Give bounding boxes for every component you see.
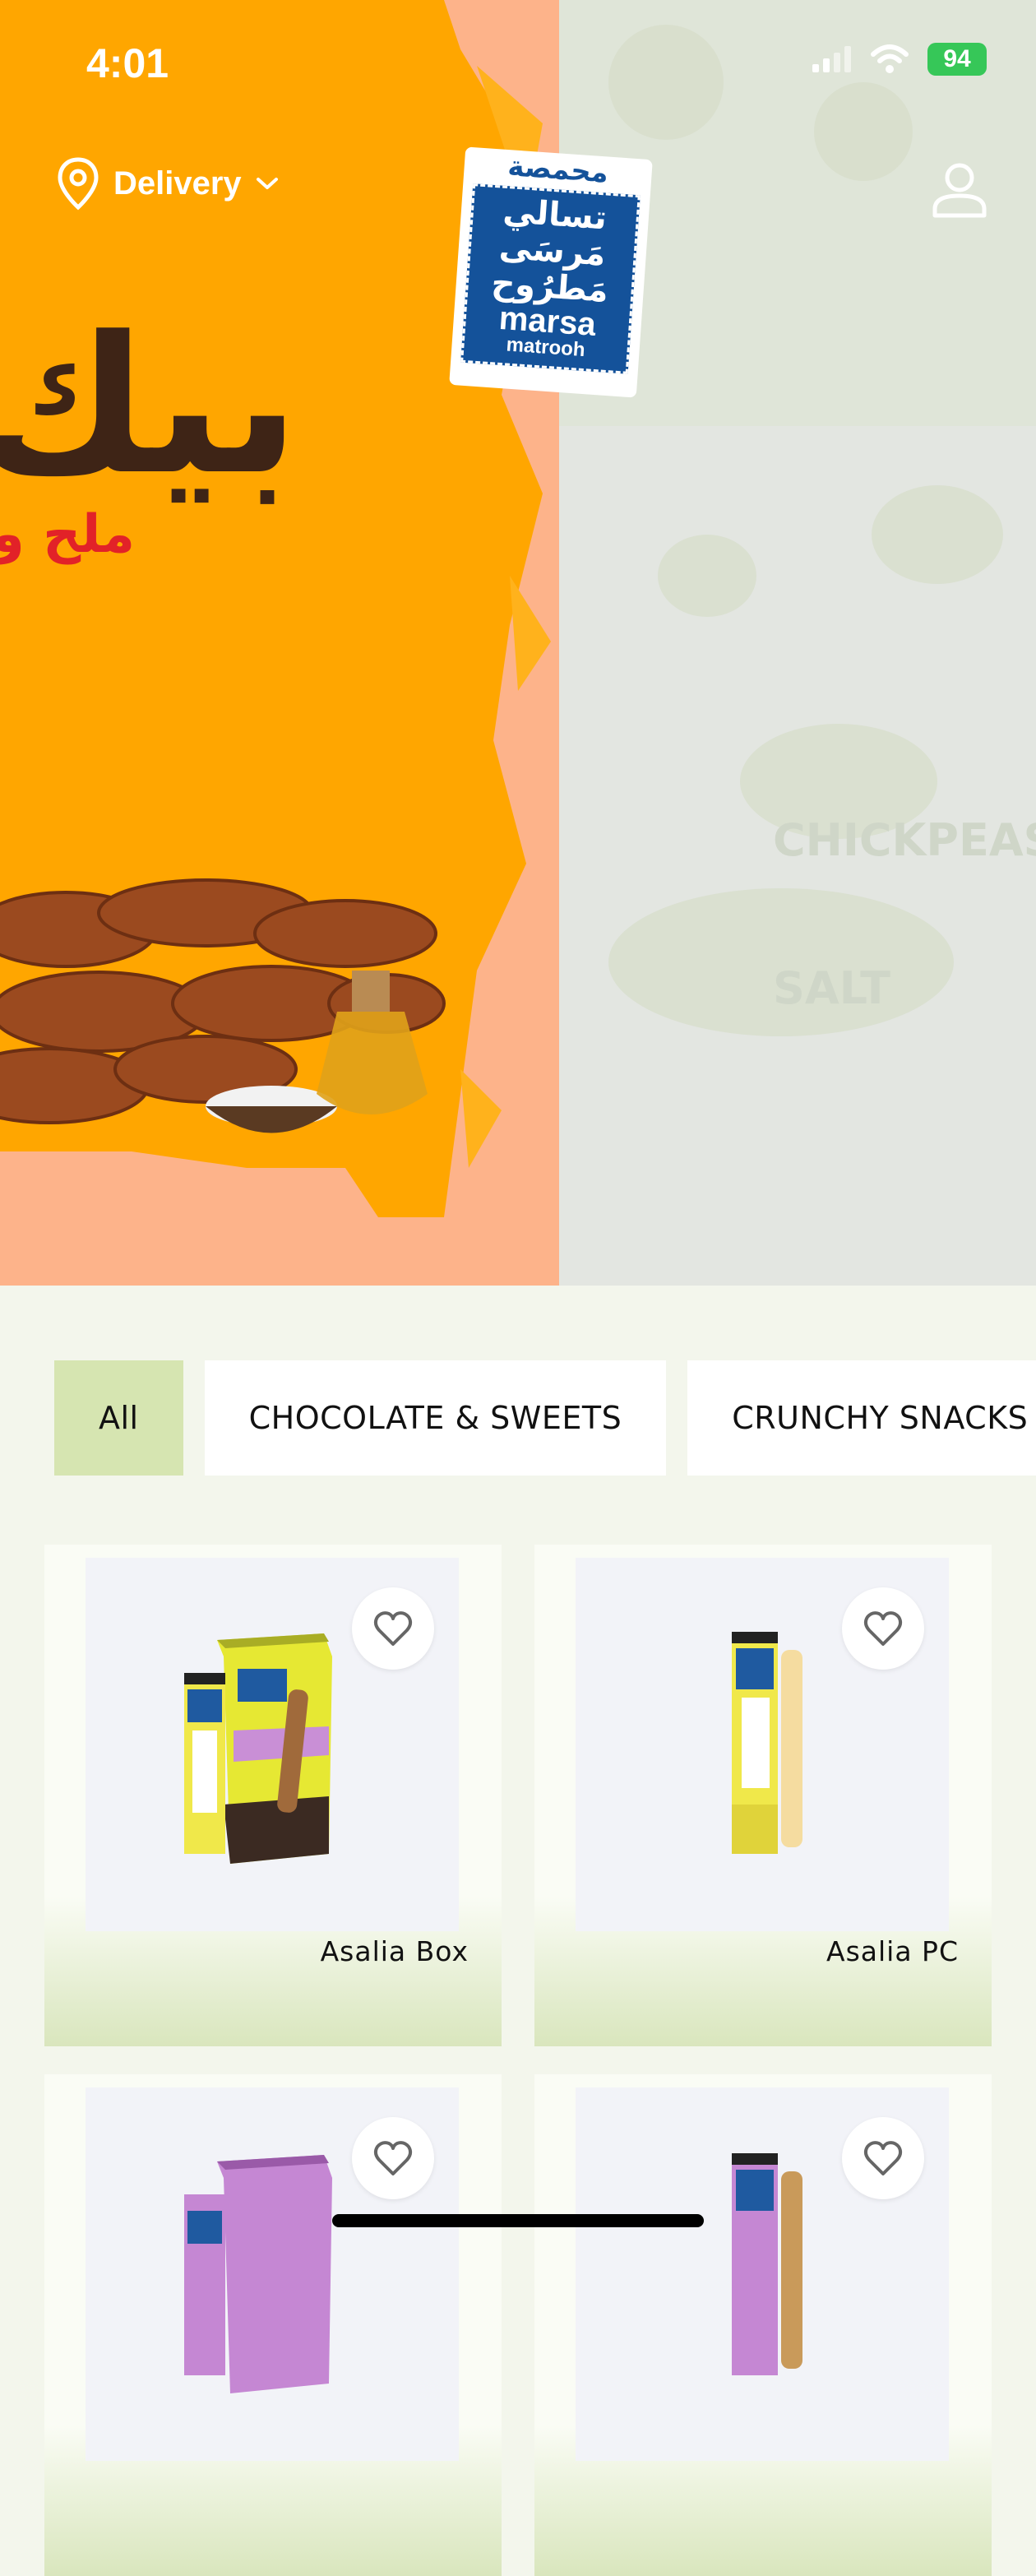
hero-next-text-1: CHICKPEAS [773,814,1036,866]
product-grid: Asalia Box Asalia PC [44,1545,992,2576]
favorite-button[interactable] [352,1587,434,1670]
product-name: Asalia Box [320,1935,469,1967]
hero-banner[interactable]: بيك ملح و CHICKPEAS SALT 4:01 94 Deliver… [0,0,1036,1286]
delivery-label: Delivery [113,164,242,202]
product-card[interactable]: Asalia PC [534,1545,992,2046]
status-icons: 94 [812,43,987,76]
home-indicator[interactable] [332,2214,704,2227]
product-card[interactable]: Asalia Box [44,1545,502,2046]
product-name: Asalia PC [826,1935,959,1967]
location-pin-icon [58,157,99,211]
hero-next-text-2: SALT [773,962,890,1014]
heart-icon [863,2141,903,2175]
category-tabs: All CHOCOLATE & SWEETS CRUNCHY SNACKS [54,1360,1036,1476]
heart-icon [863,1611,903,1646]
category-tab-all[interactable]: All [54,1360,183,1476]
chevron-down-icon [256,178,278,189]
product-card[interactable] [44,2074,502,2576]
profile-icon[interactable] [931,161,988,219]
heart-icon [373,1611,413,1646]
favorite-button[interactable] [842,1587,924,1670]
wifi-icon [871,44,909,73]
heart-icon [373,2141,413,2175]
logo-english-sub: matrooh [500,333,591,361]
category-tab-chocolate-sweets[interactable]: CHOCOLATE & SWEETS [204,1360,667,1476]
delivery-selector[interactable]: Delivery [56,156,280,211]
favorite-button[interactable] [842,2117,924,2199]
brand-logo: محمصة تسالي مَرسَى مَطرُوح marsa matrooh [449,146,653,398]
hero-subline: ملح و [0,504,135,565]
favorite-button[interactable] [352,2117,434,2199]
status-time: 4:01 [86,40,169,86]
product-card[interactable] [534,2074,992,2576]
cellular-signal-icon [812,46,851,72]
battery-icon: 94 [927,43,987,76]
category-tab-crunchy-snacks[interactable]: CRUNCHY SNACKS [687,1360,1036,1476]
hero-headline: بيك [0,297,300,517]
